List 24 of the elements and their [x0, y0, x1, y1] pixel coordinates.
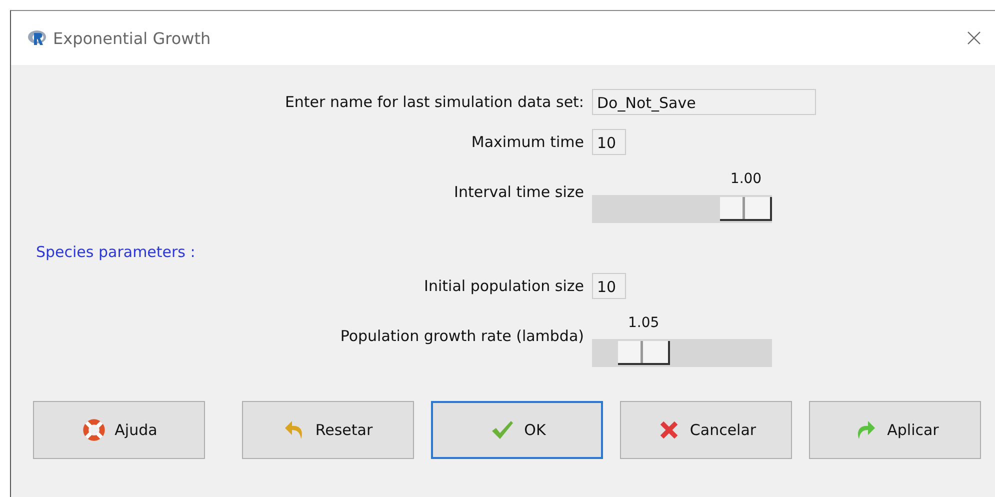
slider-thumb[interactable]	[618, 341, 670, 365]
field-label: Initial population size	[423, 276, 585, 297]
slider-track[interactable]	[592, 339, 772, 367]
dialog-button[interactable]: Cancelar	[620, 401, 792, 459]
dialog-button[interactable]: Aplicar	[809, 401, 981, 459]
text-field[interactable]: 10	[592, 273, 626, 299]
slider-value: 1.05	[628, 315, 660, 331]
field-label: Maximum time	[470, 132, 585, 153]
window-title: Exponential Growth	[53, 28, 211, 48]
lifebuoy-icon	[80, 417, 107, 443]
dialog-button[interactable]: OK	[431, 401, 603, 459]
field-label: Enter name for last simulation data set:	[284, 92, 585, 113]
close-icon[interactable]	[967, 31, 981, 45]
slider-label: Interval time size	[453, 182, 585, 203]
r-logo-icon	[27, 29, 47, 47]
slider-label: Population growth rate (lambda)	[339, 326, 585, 347]
slider-thumb[interactable]	[720, 197, 772, 221]
slider-track[interactable]	[592, 195, 772, 223]
slider-value: 1.00	[730, 171, 762, 187]
dialog-button[interactable]: Resetar	[242, 401, 414, 459]
text-field[interactable]: Do_Not_Save	[592, 89, 816, 115]
section-heading: Species parameters :	[36, 243, 196, 261]
text-field[interactable]: 10	[592, 129, 626, 155]
dialog-button[interactable]: Ajuda	[33, 401, 205, 459]
